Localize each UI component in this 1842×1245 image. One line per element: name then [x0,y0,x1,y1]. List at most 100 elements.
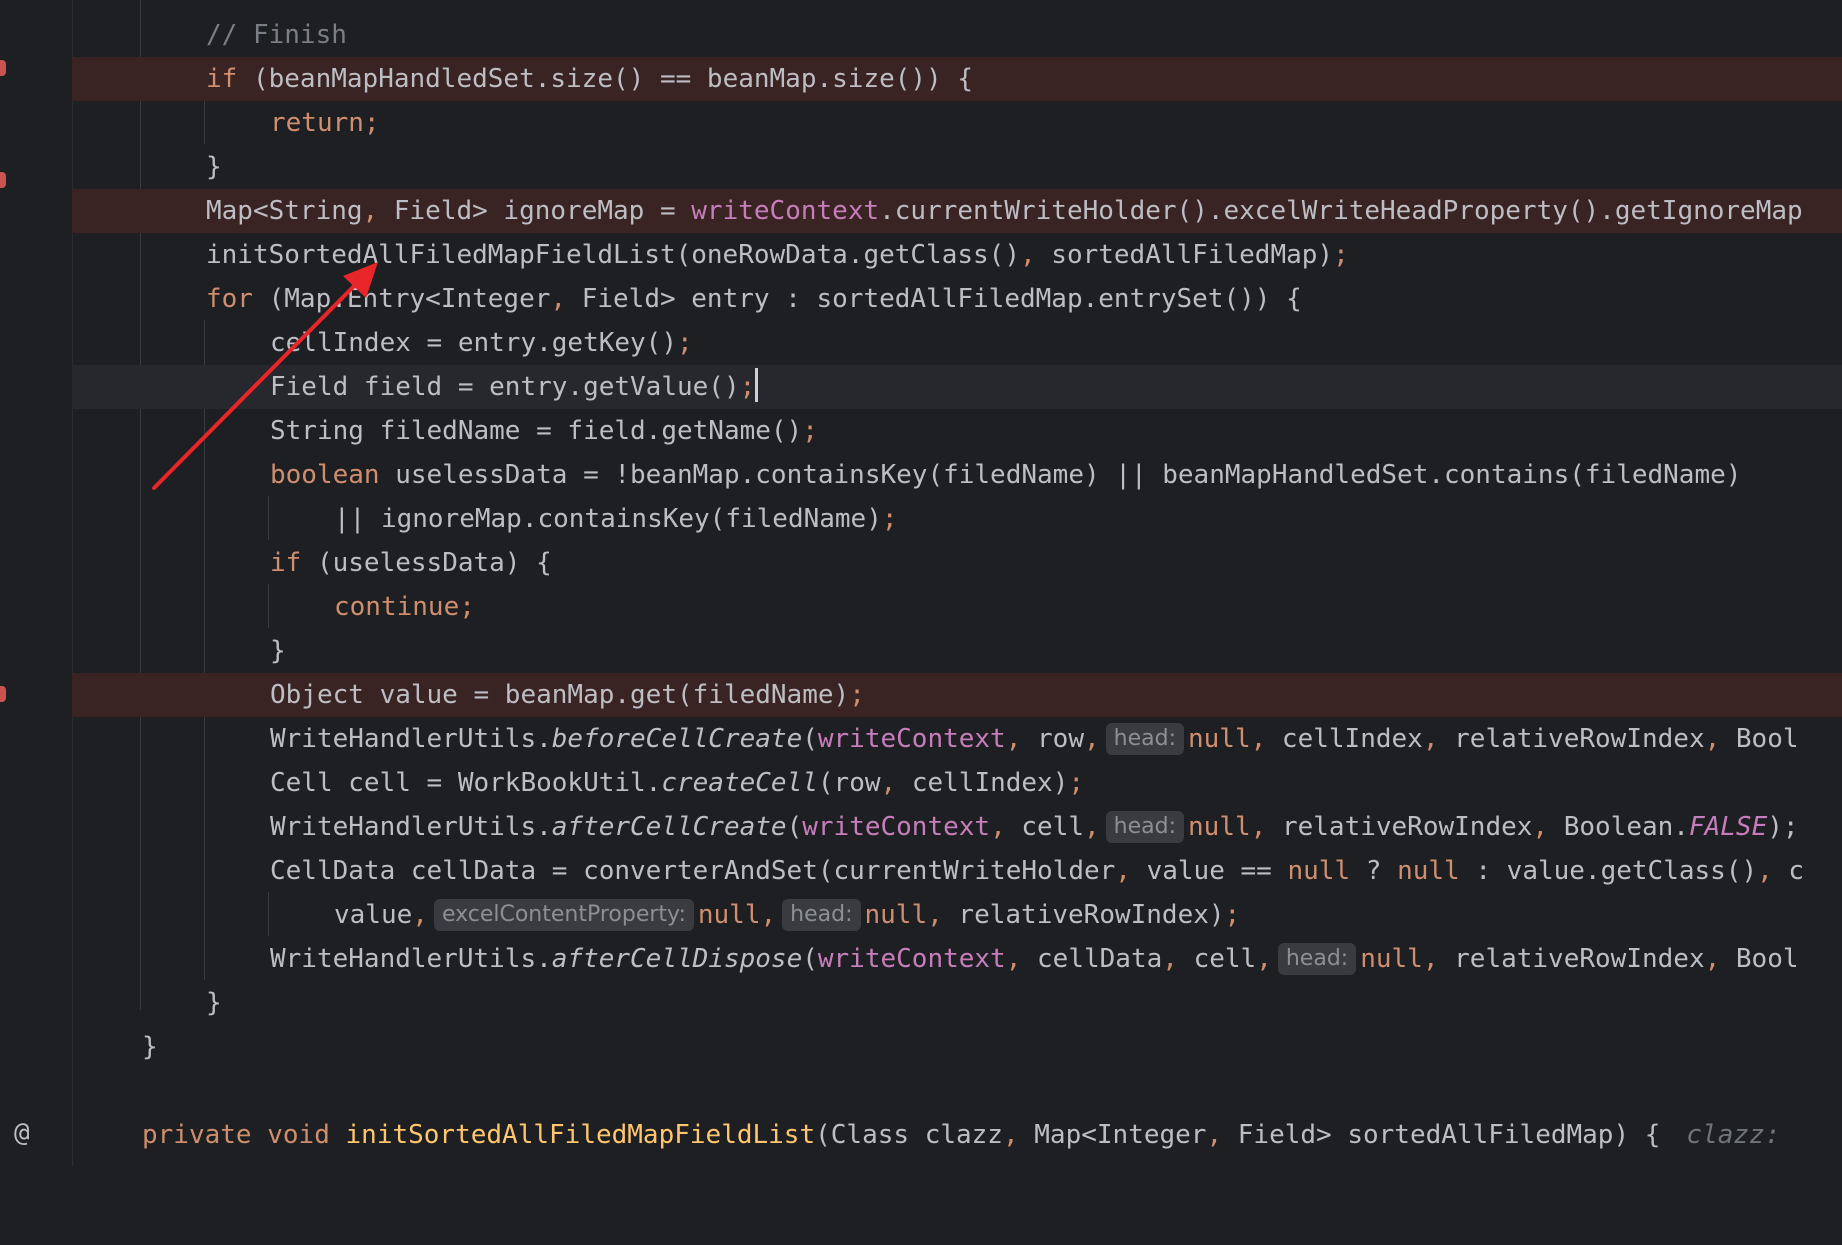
keyword: for [206,284,253,314]
code-text: uselessData = !beanMap.containsKey(filed… [379,460,1742,490]
text-caret [755,368,759,402]
code-line[interactable]: String filedName = field.getName(); [72,409,1842,453]
code-text: row [1021,724,1084,754]
code-line[interactable]: } [72,981,1842,1025]
field-ref: writeContext [691,196,880,226]
parameter-hint: head: [1277,943,1357,975]
code-line[interactable]: // Finish [72,13,1842,57]
code-line[interactable]: || ignoreMap.containsKey(filedName); [72,497,1842,541]
code-text: .currentWriteHolder().excelWriteHeadProp… [879,196,1803,226]
punctuation: ; [739,372,756,402]
code-text: ); [1767,812,1799,842]
code-text: Object value = beanMap.get(filedName) [270,680,850,710]
punctuation: , [550,284,567,314]
code-text: (beanMapHandledSet.size() == beanMap.siz… [237,64,974,94]
code-text: || ignoreMap.containsKey(filedName) [334,504,882,534]
code-line[interactable]: Cell cell = WorkBookUtil.createCell(row,… [72,761,1842,805]
code-line[interactable]: boolean uselessData = !beanMap.containsK… [72,453,1842,497]
punctuation: , [1704,944,1721,974]
punctuation: , [880,768,897,798]
code-text: (Class clazz [815,1120,1003,1150]
override-icon[interactable]: @ [14,1118,30,1148]
punctuation: , [760,900,777,930]
code-text: Cell cell = WorkBookUtil. [270,768,662,798]
code-line[interactable]: } [72,145,1842,189]
code-text: sortedAllFiledMap) [1035,240,1334,270]
punctuation: , [1005,944,1022,974]
code-line[interactable]: private void initSortedAllFiledMapFieldL… [72,1113,1842,1157]
code-text: cellIndex [1266,724,1423,754]
punctuation: , [1704,724,1721,754]
code-line[interactable]: value, excelContentProperty: null, head: nul… [72,893,1842,937]
code-text: Field field = entry.getValue() [270,372,740,402]
field-ref: writeContext [817,724,1006,754]
gutter[interactable]: @ [0,0,73,1166]
punctuation: ; [1224,900,1241,930]
keyword: null [697,900,761,930]
method-declaration[interactable]: initSortedAllFiledMapFieldList [346,1120,816,1150]
punctuation: , [1250,724,1267,754]
code-text: } [206,152,222,182]
code-text: WriteHandlerUtils. [270,724,552,754]
code-line[interactable]: Map<String, Field> ignoreMap = writeCont… [72,189,1842,233]
code-editor[interactable]: @ // Finish if (beanMapHandledSet.size()… [0,0,1842,1166]
code-text: relativeRowIndex [1438,724,1705,754]
code-line[interactable]: WriteHandlerUtils.afterCellDispose(write… [72,937,1842,981]
code-line[interactable]: } [72,629,1842,673]
code-line[interactable]: Object value = beanMap.get(filedName); [72,673,1842,717]
code-text: Map<Integer [1018,1120,1207,1150]
code-text: (Map.Entry<Integer [252,284,551,314]
code-line[interactable]: continue; [72,585,1842,629]
punctuation: ; [1068,768,1085,798]
code-text: WriteHandlerUtils. [270,944,552,974]
code-text: ( [802,724,818,754]
code-line[interactable]: } [72,1025,1842,1069]
code-line[interactable]: CellData cellData = converterAndSet(curr… [72,849,1842,893]
punctuation: , [1757,856,1773,886]
punctuation: , [1002,1120,1019,1150]
breakpoint-marker[interactable] [0,172,6,188]
punctuation: ; [802,416,818,446]
code-text: ( [786,812,803,842]
code-line[interactable]: WriteHandlerUtils.beforeCellCreate(write… [72,717,1842,761]
breakpoint-marker[interactable] [0,60,6,76]
code-text: cell [1177,944,1257,974]
code-text: ? [1350,856,1398,886]
punctuation: , [1115,856,1131,886]
current-line[interactable]: Field field = entry.getValue(); [72,365,1842,409]
code-text: cell [1005,812,1085,842]
code-text: ( [802,944,818,974]
breakpoint-marker[interactable] [0,686,6,702]
code-text: cellIndex) [896,768,1069,798]
code-line[interactable]: if (beanMapHandledSet.size() == beanMap.… [72,57,1842,101]
code-line[interactable]: for (Map.Entry<Integer, Field> entry : s… [72,277,1842,321]
code-text: cellData [1021,944,1163,974]
code-line[interactable]: initSortedAllFiledMapFieldList(oneRowDat… [72,233,1842,277]
code-line[interactable]: if (uselessData) { [72,541,1842,585]
comment: // Finish [206,20,347,50]
static-method[interactable]: createCell [661,768,818,798]
keyword: boolean [270,460,380,490]
code-text: Boolean. [1548,812,1689,842]
code-line[interactable]: cellIndex = entry.getKey(); [72,321,1842,365]
static-constant: FALSE [1688,812,1768,842]
inline-value-hint: clazz: [1686,1120,1781,1150]
code-text: Bool [1720,944,1799,974]
code-text: Field> entry : sortedAllFiledMap.entrySe… [566,284,1302,314]
punctuation: , [1019,240,1036,270]
parameter-hint: excelContentProperty: [433,899,694,931]
punctuation: ; [677,328,693,358]
static-method[interactable]: beforeCellCreate [552,724,802,754]
static-method[interactable]: afterCellDispose [552,944,802,974]
code-line[interactable]: WriteHandlerUtils.afterCellCreate(writeC… [72,805,1842,849]
code-text: (uselessData) { [301,548,552,578]
method-call[interactable]: initSortedAllFiledMapFieldList(oneRowDat… [206,240,1020,270]
code-text: Map<String [206,196,363,226]
code-text: Field> sortedAllFiledMap) { [1222,1120,1661,1150]
static-method[interactable]: afterCellCreate [552,812,787,842]
code-line[interactable]: return; [72,101,1842,145]
parameter-hint: head: [1105,723,1184,755]
keyword: if [206,64,238,94]
keyword: null [1397,856,1460,886]
